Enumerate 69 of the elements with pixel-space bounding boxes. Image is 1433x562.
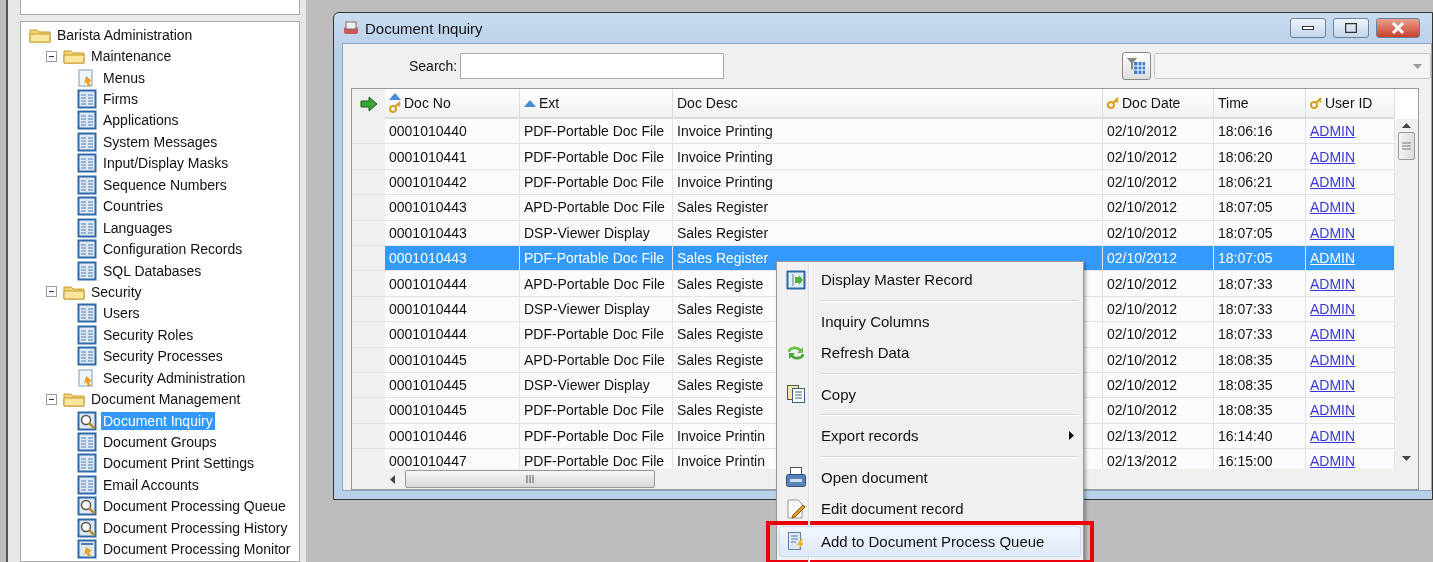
table-cell: PDF-Portable Doc File	[520, 245, 673, 272]
table-cell: 0001010440	[385, 119, 520, 145]
table-cell: Sales Register	[673, 220, 1103, 246]
table-cell: PDF-Portable Doc File	[520, 449, 673, 469]
table-cell: 18:07:05	[1214, 195, 1306, 221]
table-cell: Invoice Printing	[673, 169, 1103, 196]
table-cell: DSP-Viewer Display	[520, 296, 673, 323]
table-cell: 16:14:40	[1214, 423, 1306, 450]
table-cell: 0001010445	[385, 398, 520, 424]
table-cell: 0001010443	[385, 195, 520, 221]
column-title: Ext	[539, 95, 560, 111]
table-cell: PDF-Portable Doc File	[520, 169, 673, 196]
table-cell: PDF-Portable Doc File	[520, 144, 673, 170]
table-cell: 02/10/2012	[1103, 195, 1214, 221]
table-cell: APD-Portable Doc File	[520, 347, 673, 373]
table-cell: 02/10/2012	[1103, 220, 1214, 246]
table-cell: 18:08:35	[1214, 372, 1306, 399]
table-cell: 02/10/2012	[1103, 372, 1214, 399]
table-cell: 02/13/2012	[1103, 423, 1214, 450]
column-title: User ID	[1325, 95, 1373, 111]
table-cell: 18:07:33	[1214, 271, 1306, 297]
column-title: Doc No	[404, 95, 451, 111]
table-cell: Sales Register	[673, 195, 1103, 221]
table-cell: Invoice Printing	[673, 144, 1103, 170]
table-cell: 02/10/2012	[1103, 296, 1214, 323]
table-cell: PDF-Portable Doc File	[520, 119, 673, 145]
table-cell: 02/10/2012	[1103, 169, 1214, 196]
table-cell: 02/10/2012	[1103, 347, 1214, 373]
table-cell: 18:07:33	[1214, 296, 1306, 323]
table-cell: 18:08:35	[1214, 347, 1306, 373]
table-cell: 0001010444	[385, 322, 520, 348]
table-cell: 0001010443	[385, 220, 520, 246]
table-cell: 18:08:35	[1214, 398, 1306, 424]
table-cell: 0001010444	[385, 296, 520, 323]
table-cell: PDF-Portable Doc File	[520, 423, 673, 450]
table-cell: 02/10/2012	[1103, 271, 1214, 297]
table-cell: 02/10/2012	[1103, 144, 1214, 170]
window-title: Document Inquiry	[365, 19, 484, 37]
table-cell: 0001010447	[385, 449, 520, 469]
table-cell: 18:07:33	[1214, 322, 1306, 348]
table-cell: 16:15:00	[1214, 449, 1306, 469]
table-cell: 0001010445	[385, 372, 520, 399]
column-title: Time	[1218, 95, 1249, 111]
table-cell: 0001010441	[385, 144, 520, 170]
table-cell: DSP-Viewer Display	[520, 220, 673, 246]
table-cell: 0001010446	[385, 423, 520, 450]
table-cell: 02/10/2012	[1103, 398, 1214, 424]
table-cell: 0001010445	[385, 347, 520, 373]
table-cell: DSP-Viewer Display	[520, 372, 673, 399]
table-cell: APD-Portable Doc File	[520, 271, 673, 297]
table-cell: 0001010443	[385, 245, 520, 272]
table-cell: 18:06:21	[1214, 169, 1306, 196]
table-cell: 18:07:05	[1214, 220, 1306, 246]
table-cell: 18:06:20	[1214, 144, 1306, 170]
table-cell: 02/10/2012	[1103, 119, 1214, 145]
table-cell: APD-Portable Doc File	[520, 195, 673, 221]
table-cell: Invoice Printing	[673, 119, 1103, 145]
table-cell: 0001010442	[385, 169, 520, 196]
table-cell: 18:07:05	[1214, 245, 1306, 272]
column-title: Doc Desc	[677, 95, 738, 111]
table-cell: PDF-Portable Doc File	[520, 398, 673, 424]
search-label: Search:	[409, 58, 458, 74]
column-title: Doc Date	[1122, 95, 1181, 111]
table-cell: 0001010444	[385, 271, 520, 297]
table-cell: 18:06:16	[1214, 119, 1306, 145]
table-cell: 02/10/2012	[1103, 322, 1214, 348]
table-cell: PDF-Portable Doc File	[520, 322, 673, 348]
table-cell: 02/10/2012	[1103, 245, 1214, 272]
table-cell: 02/13/2012	[1103, 449, 1214, 469]
